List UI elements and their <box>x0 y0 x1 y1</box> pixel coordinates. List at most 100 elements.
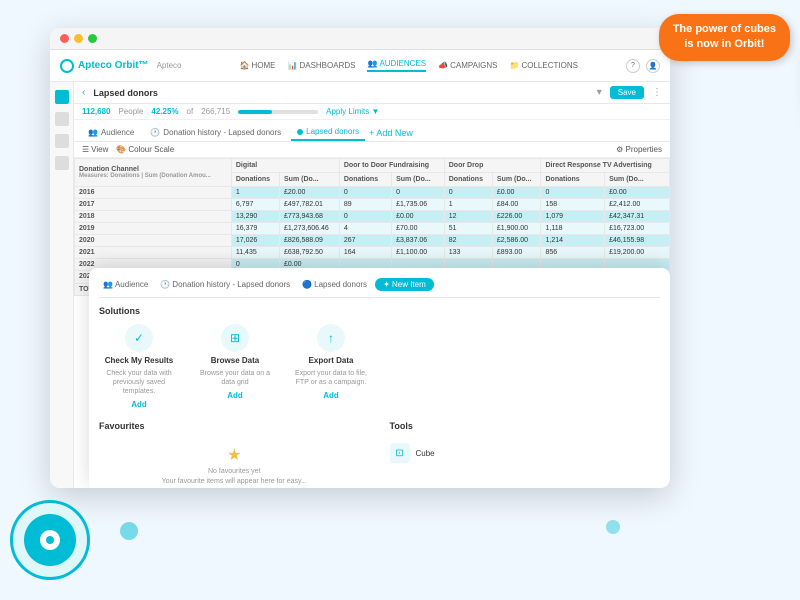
table-cell: £16,723.00 <box>605 223 670 235</box>
orbit-dot <box>46 536 54 544</box>
stats-of: of <box>187 107 194 116</box>
table-cell: 158 <box>541 199 605 211</box>
tab-audience[interactable]: 👥 Audience <box>82 125 140 140</box>
table-cell: £84.00 <box>492 199 541 211</box>
sidebar-icon-3[interactable] <box>55 134 69 148</box>
apply-limits-button[interactable]: Apply Limits ▼ <box>326 107 379 116</box>
table-cell: £1,900.00 <box>492 223 541 235</box>
overlay-lapsed-icon: 🔵 <box>302 280 312 289</box>
table-cell: £226.00 <box>492 211 541 223</box>
sidebar <box>50 82 74 488</box>
check-results-desc: Check your data with previously saved te… <box>99 369 179 396</box>
audience-title: Lapsed donors <box>93 88 588 98</box>
table-cell: £1,273,606.46 <box>280 223 340 235</box>
table-cell: 6,797 <box>231 199 279 211</box>
table-cell: 164 <box>339 247 391 259</box>
lapsed-donors-label: Lapsed donors <box>306 127 359 136</box>
people-count: 112,680 <box>82 107 110 116</box>
audience-tab-label: Audience <box>101 128 134 137</box>
tools-title: Tools <box>390 421 661 431</box>
overlay-tab-new-item[interactable]: ✦ New Item <box>375 278 434 291</box>
app-header: Apteco Orbit™ Apteco 🏠 HOME 📊 DASHBOARDS… <box>50 50 670 82</box>
table-cell: £2,586.00 <box>492 235 541 247</box>
close-dot[interactable] <box>60 34 69 43</box>
promo-banner: The power of cubes is now in Orbit! <box>659 14 790 61</box>
table-cell: £893.00 <box>492 247 541 259</box>
minimize-dot[interactable] <box>74 34 83 43</box>
maximize-dot[interactable] <box>88 34 97 43</box>
deco-circle-8 <box>606 520 620 534</box>
sidebar-icon-2[interactable] <box>55 112 69 126</box>
properties-label: Properties <box>626 145 662 154</box>
properties-icon: ⚙ <box>616 145 623 154</box>
sidebar-icon-1[interactable] <box>55 90 69 104</box>
campaigns-icon: 📣 <box>438 61 448 70</box>
tool-item-cube[interactable]: ⊡ Cube <box>390 439 661 467</box>
overlay-tab-lapsed[interactable]: 🔵 Lapsed donors <box>298 278 371 291</box>
lapsed-donors-dot <box>297 129 303 135</box>
header-icons: ? 👤 <box>626 59 660 73</box>
export-data-add[interactable]: Add <box>323 391 339 400</box>
colour-scale-button[interactable]: 🎨 Colour Scale <box>116 145 174 154</box>
sidebar-icon-4[interactable] <box>55 156 69 170</box>
back-button[interactable]: ‹ <box>82 87 85 98</box>
colour-scale-label: Colour Scale <box>128 145 174 154</box>
solutions-title: Solutions <box>99 306 660 316</box>
nav-collections-label: COLLECTIONS <box>521 61 577 70</box>
dropdown-arrow[interactable]: ▾ <box>597 87 602 98</box>
table-cell: 4 <box>339 223 391 235</box>
table-cell: £0.00 <box>392 211 445 223</box>
view-icon: ☰ <box>82 145 89 154</box>
table-cell: 17,026 <box>231 235 279 247</box>
overlay-tab-audience[interactable]: 👥 Audience <box>99 278 152 291</box>
nav-campaigns-label: CAMPAIGNS <box>450 61 497 70</box>
table-cell: 1 <box>444 199 492 211</box>
table-cell: 1,214 <box>541 235 605 247</box>
stats-bar: 112,680 People 42.25% of 266,715 Apply L… <box>74 104 670 120</box>
table-row-header: 2017 <box>75 199 232 211</box>
nav-campaigns[interactable]: 📣 CAMPAIGNS <box>438 59 497 72</box>
main-nav: 🏠 HOME 📊 DASHBOARDS 👥 AUDIENCES 📣 CAMPAI… <box>199 59 618 72</box>
col-dtd-donations: Donations <box>339 173 391 187</box>
colour-scale-icon: 🎨 <box>116 145 126 154</box>
browse-data-add[interactable]: Add <box>227 391 243 400</box>
view-label: View <box>91 145 108 154</box>
table-row-header: 2021 <box>75 247 232 259</box>
save-button[interactable]: Save <box>610 86 644 99</box>
home-icon: 🏠 <box>240 61 250 70</box>
table-row-header: 2016 <box>75 187 232 199</box>
table-cell: 51 <box>444 223 492 235</box>
help-icon[interactable]: ? <box>626 59 640 73</box>
table-cell: 1 <box>231 187 279 199</box>
nav-home-label: HOME <box>251 61 275 70</box>
orbit-logo <box>10 500 90 580</box>
tab-donation-history[interactable]: 🕐 Donation history - Lapsed donors <box>144 125 287 140</box>
table-cell: £0.00 <box>492 187 541 199</box>
overlay-tab-donation[interactable]: 🕐 Donation history - Lapsed donors <box>156 278 294 291</box>
browser-titlebar <box>50 28 670 50</box>
audience-tabs: 👥 Audience 🕐 Donation history - Lapsed d… <box>74 120 670 142</box>
add-new-tab[interactable]: + Add New <box>369 128 413 138</box>
table-cell: £3,837.06 <box>392 235 445 247</box>
no-favs-sub: Your favourite items will appear here fo… <box>162 478 307 485</box>
browse-data-icon: ⊞ <box>221 324 249 352</box>
nav-audiences[interactable]: 👥 AUDIENCES <box>367 59 426 72</box>
measures-label: Measures: Donations | Sum (Donation Amou… <box>79 173 227 179</box>
table-cell: £2,412.00 <box>605 199 670 211</box>
table-cell: £1,100.00 <box>392 247 445 259</box>
table-cell: £46,155.98 <box>605 235 670 247</box>
nav-home[interactable]: 🏠 HOME <box>240 59 276 72</box>
overlay-lapsed-label: Lapsed donors <box>314 280 367 289</box>
no-favourites: ★ No favourites yet Your favourite items… <box>99 439 370 488</box>
user-icon[interactable]: 👤 <box>646 59 660 73</box>
table-cell: £0.00 <box>605 187 670 199</box>
table-cell: £42,347.31 <box>605 211 670 223</box>
nav-dashboards[interactable]: 📊 DASHBOARDS <box>287 59 355 72</box>
check-results-add[interactable]: Add <box>131 400 147 409</box>
more-menu-icon[interactable]: ⋮ <box>652 87 662 98</box>
view-button[interactable]: ☰ View <box>82 145 108 154</box>
properties-button[interactable]: ⚙ Properties <box>616 145 662 154</box>
tab-lapsed-donors[interactable]: Lapsed donors <box>291 124 365 141</box>
nav-collections[interactable]: 📁 COLLECTIONS <box>510 59 578 72</box>
table-cell: 856 <box>541 247 605 259</box>
